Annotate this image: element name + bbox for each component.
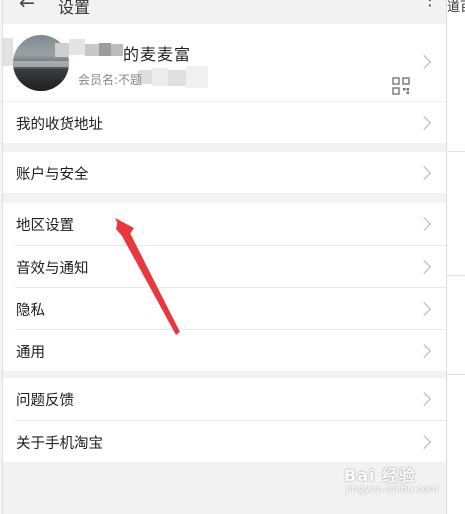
background-divider [445,151,465,152]
background-page [445,0,465,514]
settings-row-general[interactable]: 通用 [3,330,446,371]
member-name: 会员名:不题 [78,73,143,87]
chevron-right-icon [416,165,432,181]
row-label: 我的收货地址 [16,117,103,133]
chevron-right-icon [416,54,432,70]
chevron-right-icon [416,115,432,131]
row-label: 账户与安全 [16,167,89,183]
profile-nickname: 的麦麦富 [123,45,192,64]
row-label: 音效与通知 [16,261,89,277]
pixelation-blur [55,43,69,57]
row-label: 问题反馈 [16,393,74,409]
settings-row-feedback[interactable]: 问题反馈 [3,378,446,419]
pixelation-blur [99,43,111,56]
settings-row-sound-notification[interactable]: 音效与通知 [3,246,446,287]
chevron-right-icon [416,216,432,232]
chevron-right-icon [416,259,432,275]
back-arrow-icon[interactable]: ← [19,0,35,14]
pixelation-blur [152,68,168,86]
watermark: Bai 经验 jingyan.baidu.com [344,462,438,498]
profile-card[interactable]: 的麦麦富 会员名:不题 [3,24,446,101]
chevron-right-icon [416,301,432,317]
settings-row-privacy[interactable]: 隐私 [3,288,446,329]
settings-group: 地区设置 音效与通知 隐私 通用 [3,203,446,371]
watermark-url: jingyan.baidu.com [346,484,439,495]
pixelation-blur [69,39,85,55]
pixelation-blur [168,70,186,86]
background-divider [445,275,465,276]
row-label: 关于手机淘宝 [16,436,103,452]
pixelation-blur [85,44,99,56]
settings-screen: ← 设置 ⋮ 的麦麦富 会员名:不题 [2,0,447,514]
background-text: 道百 [447,0,465,15]
watermark-text: Bai 经验 [344,466,417,485]
settings-row-account-security[interactable]: 账户与安全 [3,152,446,193]
settings-row-shipping-address[interactable]: 我的收货地址 [3,102,446,143]
top-navigation-bar: ← 设置 ⋮ [3,0,446,22]
settings-group: 问题反馈 关于手机淘宝 [3,378,446,462]
pixelation-blur [111,44,123,56]
more-vertical-icon[interactable]: ⋮ [422,0,438,9]
row-label: 通用 [16,345,45,361]
settings-row-about[interactable]: 关于手机淘宝 [3,421,446,462]
row-label: 隐私 [16,303,45,319]
row-label: 地区设置 [16,218,74,234]
pixelation-blur [186,66,208,88]
chevron-right-icon [416,343,432,359]
page-title: 设置 [58,0,91,17]
background-divider [445,374,465,375]
settings-group: 账户与安全 [3,152,446,193]
settings-row-region[interactable]: 地区设置 [3,203,446,244]
chevron-right-icon [416,434,432,450]
settings-group: 我的收货地址 [3,102,446,143]
qr-code-icon[interactable] [392,77,410,95]
pixelation-blur [3,38,13,66]
chevron-right-icon [416,391,432,407]
